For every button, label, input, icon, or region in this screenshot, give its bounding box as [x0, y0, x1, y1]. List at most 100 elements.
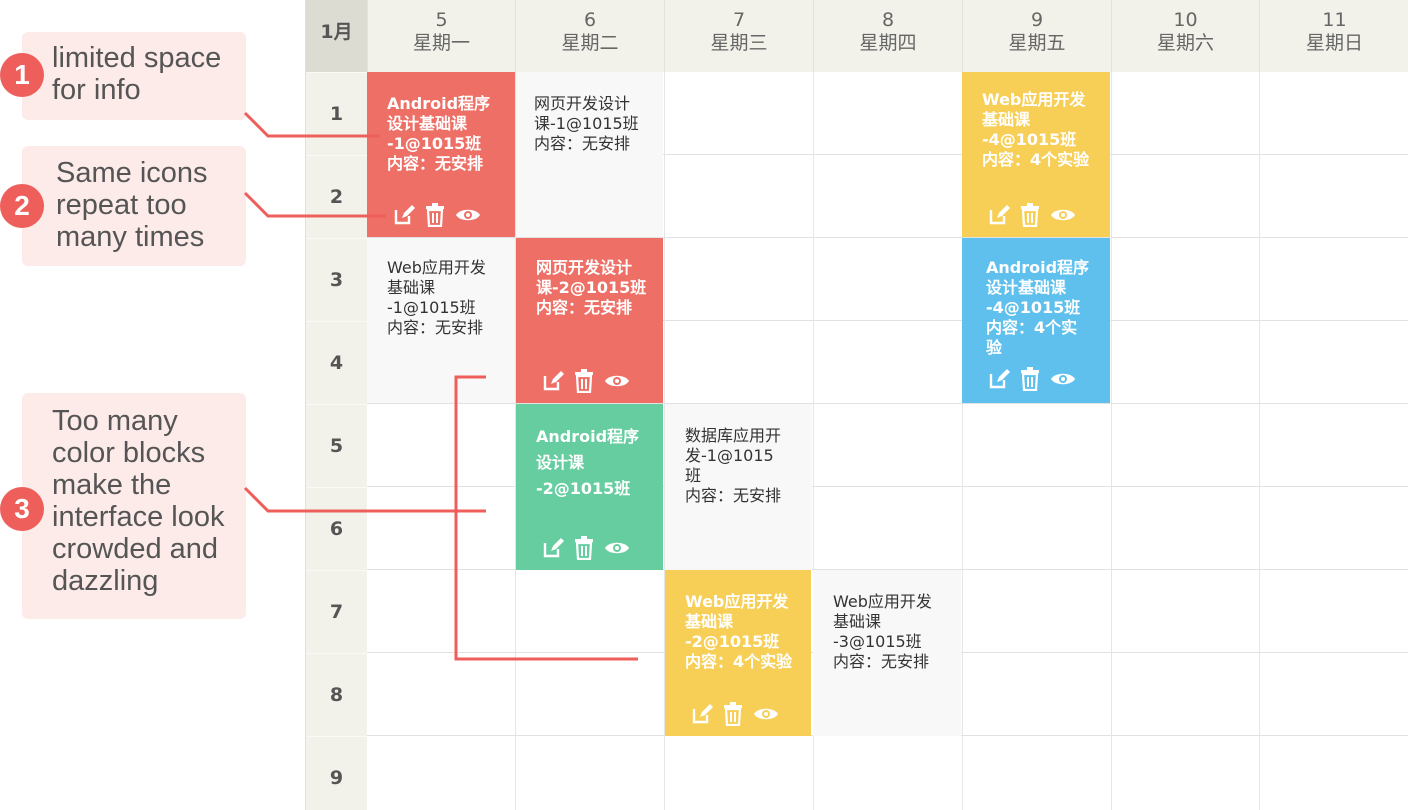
day-number: 5 — [435, 9, 448, 31]
period-label: 1 — [306, 72, 367, 155]
eye-icon[interactable] — [753, 705, 779, 723]
day-header-wed: 7 星期三 — [664, 0, 813, 72]
event-text: 内容：无安排 — [534, 134, 631, 153]
eye-icon[interactable] — [455, 206, 481, 224]
event-text: 数据库应用开 — [685, 426, 782, 445]
event-text: Android程序 — [986, 258, 1090, 277]
annotation-text-line: repeat too — [56, 189, 187, 221]
period-label: 5 — [306, 404, 367, 487]
edit-icon[interactable] — [393, 204, 415, 226]
trash-icon[interactable] — [574, 536, 594, 560]
day-header-mon: 5 星期一 — [367, 0, 515, 72]
period-label: 6 — [306, 487, 367, 570]
event-text: Web应用开发 — [982, 90, 1086, 109]
day-header-sat: 10 星期六 — [1111, 0, 1259, 72]
annotation-number-badge: 1 — [0, 53, 44, 97]
course-event-card[interactable]: 数据库应用开 发-1@1015 班 内容：无安排 — [665, 404, 812, 570]
edit-icon[interactable] — [542, 370, 564, 392]
event-text: 内容：无安排 — [387, 318, 484, 337]
day-header-sun: 11 星期日 — [1259, 0, 1408, 72]
trash-icon[interactable] — [574, 369, 594, 393]
event-text: 内容：无安排 — [833, 652, 930, 671]
month-label: 1月 — [306, 0, 367, 72]
day-header-fri: 9 星期五 — [962, 0, 1111, 72]
event-text: 课-1@1015班 — [534, 114, 639, 133]
event-actions — [691, 702, 779, 726]
event-text: 网页开发设计 — [534, 94, 631, 113]
event-text: 基础课 — [833, 612, 882, 631]
event-text: 内容：无安排 — [387, 154, 484, 173]
event-text: Web应用开发 — [387, 258, 486, 277]
course-event-card[interactable]: Web应用开发 基础课 -2@1015班 内容：4个实验 — [665, 570, 811, 736]
event-text: 设计基础课 — [387, 114, 468, 133]
event-actions — [988, 367, 1076, 391]
course-event-card[interactable]: Android程序 设计课 -2@1015班 — [516, 404, 663, 570]
event-text: 内容：4个实 — [986, 318, 1078, 337]
course-event-card[interactable]: Android程序 设计基础课 -4@1015班 内容：4个实 验 — [962, 238, 1110, 403]
day-number: 8 — [881, 9, 895, 31]
period-label: 4 — [306, 321, 367, 404]
grid-line — [1259, 72, 1260, 810]
course-event-card[interactable]: 网页开发设计 课-2@1015班 内容：无安排 — [516, 238, 663, 403]
day-header-thu: 8 星期四 — [813, 0, 962, 72]
trash-icon[interactable] — [425, 203, 445, 227]
event-text: -3@1015班 — [833, 632, 922, 651]
day-header-tue: 6 星期二 — [515, 0, 664, 72]
day-number: 10 — [1173, 9, 1198, 31]
annotation-callout-2: 2 Same icons repeat too many times — [0, 146, 246, 266]
event-text: 课-2@1015班 — [536, 278, 647, 297]
edit-icon[interactable] — [988, 204, 1010, 226]
eye-icon[interactable] — [604, 372, 630, 390]
annotation-text-line: crowded and — [52, 533, 219, 565]
event-text: Android程序 — [387, 94, 491, 113]
edit-icon[interactable] — [691, 703, 713, 725]
trash-icon[interactable] — [1020, 203, 1040, 227]
day-number: 11 — [1322, 9, 1347, 31]
day-number: 9 — [1030, 9, 1044, 31]
period-label: 9 — [306, 736, 367, 810]
event-text: 内容：4个实验 — [982, 150, 1090, 169]
event-text: 内容：无安排 — [685, 486, 782, 505]
annotation-text-line: for info — [52, 74, 141, 106]
event-actions — [542, 369, 630, 393]
event-text: -4@1015班 — [986, 298, 1081, 317]
annotation-callout-3: 3 Too many color blocks make the interfa… — [0, 393, 246, 619]
event-text: 班 — [685, 466, 702, 485]
edit-icon[interactable] — [542, 537, 564, 559]
event-text: Android程序 — [536, 427, 640, 446]
trash-icon[interactable] — [1020, 367, 1040, 391]
course-event-card[interactable]: 网页开发设计 课-1@1015班 内容：无安排 — [516, 72, 663, 237]
annotation-text-line: Same icons — [56, 157, 208, 189]
day-number: 6 — [583, 9, 597, 31]
event-text: 内容：4个实验 — [685, 652, 793, 671]
weekday-label: 星期三 — [710, 32, 768, 54]
event-text: 内容：无安排 — [536, 298, 633, 317]
annotation-number-badge: 3 — [0, 487, 44, 531]
edit-icon[interactable] — [988, 368, 1010, 390]
weekday-label: 星期一 — [412, 32, 470, 54]
annotation-text-line: many times — [56, 221, 205, 253]
weekday-label: 星期二 — [561, 32, 619, 54]
event-text: 设计基础课 — [986, 278, 1067, 297]
event-text: 基础课 — [982, 110, 1031, 129]
weekly-schedule-calendar: 1月 5 星期一 6 星期二 7 星期三 8 星期四 9 星期五 10 星期六 … — [305, 0, 1408, 810]
eye-icon[interactable] — [1050, 370, 1076, 388]
event-text: Web应用开发 — [833, 592, 932, 611]
day-number: 7 — [732, 9, 746, 31]
grid-line — [1111, 72, 1112, 810]
weekday-label: 星期六 — [1156, 32, 1214, 54]
eye-icon[interactable] — [604, 539, 630, 557]
event-text: 发-1@1015 — [685, 446, 774, 465]
event-text: -2@1015班 — [685, 632, 780, 651]
course-event-card[interactable]: Android程序 设计基础课 -1@1015班 内容：无安排 — [367, 72, 515, 237]
event-actions — [393, 203, 481, 227]
course-event-card[interactable]: Web应用开发 基础课 -1@1015班 内容：无安排 — [367, 238, 515, 403]
eye-icon[interactable] — [1050, 206, 1076, 224]
course-event-card[interactable]: Web应用开发 基础课 -3@1015班 内容：无安排 — [813, 570, 961, 736]
weekday-label: 星期五 — [1008, 32, 1066, 54]
event-text: -2@1015班 — [536, 479, 631, 498]
annotation-text-line: make the — [52, 469, 172, 501]
course-event-card[interactable]: Web应用开发 基础课 -4@1015班 内容：4个实验 — [962, 72, 1110, 237]
weekday-label: 星期四 — [859, 32, 917, 54]
trash-icon[interactable] — [723, 702, 743, 726]
